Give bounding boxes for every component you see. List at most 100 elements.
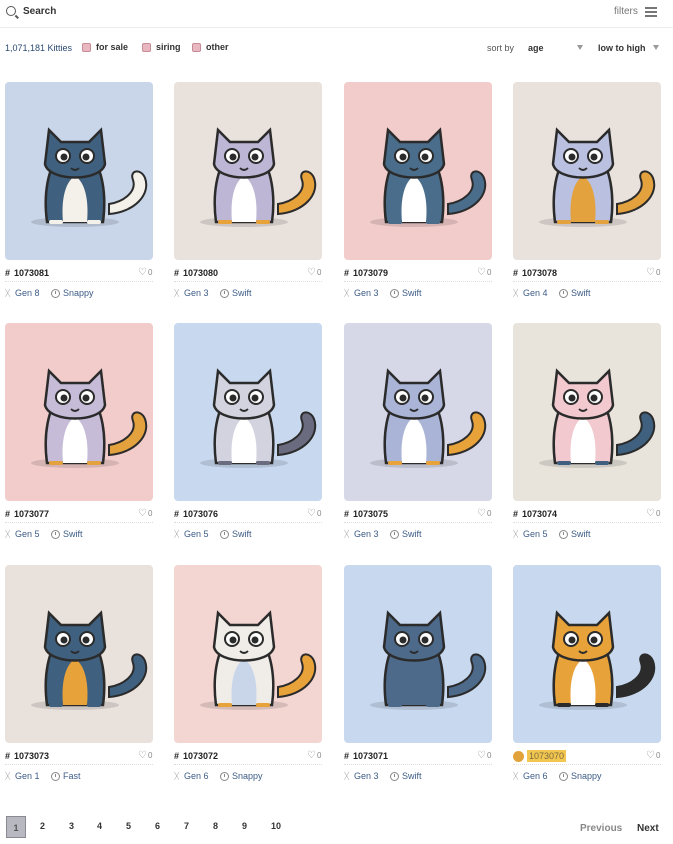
for-sale-badge-icon [513, 751, 524, 762]
like-count: 0 [656, 268, 661, 277]
like-count: 0 [317, 509, 322, 518]
kitty-id-row: # 1073079 ♡ 0 [344, 266, 492, 282]
kitty-generation: Gen 5 [184, 529, 209, 539]
dna-icon: ᚷ [174, 771, 180, 781]
like-count: 0 [487, 751, 492, 760]
filter-chip-other[interactable]: other [192, 42, 229, 52]
filter-chip-for-sale[interactable]: for sale [82, 42, 128, 52]
kitty-image[interactable] [5, 565, 153, 743]
kitty-image[interactable] [5, 323, 153, 501]
page-link[interactable]: 10 [271, 821, 281, 831]
heart-icon[interactable]: ♡ [307, 509, 316, 519]
kitty-attributes-row: ᚷ Gen 6 Snappy [174, 770, 322, 784]
kitty-card[interactable]: # 1073074 ♡ 0 ᚷ Gen 5 Swift [513, 323, 661, 539]
heart-icon[interactable]: ♡ [138, 751, 147, 761]
kitty-image[interactable] [5, 82, 153, 260]
dna-icon: ᚷ [344, 288, 350, 298]
like-count: 0 [148, 509, 153, 518]
kitty-generation: Gen 6 [184, 771, 209, 781]
kitty-image[interactable] [344, 565, 492, 743]
previous-page-button[interactable]: Previous [580, 823, 622, 834]
heart-icon[interactable]: ♡ [646, 751, 655, 761]
like-count: 0 [148, 268, 153, 277]
filters-button[interactable]: filters [614, 6, 638, 17]
kitty-card[interactable]: # 1073077 ♡ 0 ᚷ Gen 5 Swift [5, 323, 153, 539]
kitty-image[interactable] [174, 565, 322, 743]
kitty-image[interactable] [174, 82, 322, 260]
sort-order-select[interactable]: low to high [598, 43, 646, 53]
kitty-attributes-row: ᚷ Gen 3 Swift [174, 287, 322, 301]
kitty-id-row: # 1073077 ♡ 0 [5, 507, 153, 523]
kitty-cooldown: Swift [402, 529, 422, 539]
dna-icon: ᚷ [513, 529, 519, 539]
kitty-image[interactable] [344, 323, 492, 501]
kitty-image[interactable] [344, 82, 492, 260]
heart-icon[interactable]: ♡ [646, 268, 655, 278]
kitty-generation: Gen 3 [354, 771, 379, 781]
hash-icon: # [344, 509, 350, 519]
kitty-attributes-row: ᚷ Gen 5 Swift [513, 528, 661, 542]
kitty-card[interactable]: # 1073078 ♡ 0 ᚷ Gen 4 Swift [513, 82, 661, 298]
like-count: 0 [656, 751, 661, 760]
page-current[interactable]: 1 [6, 816, 26, 838]
kitty-card[interactable]: # 1073076 ♡ 0 ᚷ Gen 5 Swift [174, 323, 322, 539]
sort-field-select[interactable]: age [528, 43, 544, 53]
kitty-id: 1073078 [522, 268, 558, 278]
page-link[interactable]: 4 [97, 821, 102, 831]
kitty-card[interactable]: 1073070 ♡ 0 ᚷ Gen 6 Snappy [513, 565, 661, 781]
heart-icon[interactable]: ♡ [477, 268, 486, 278]
kitty-card[interactable]: # 1073081 ♡ 0 ᚷ Gen 8 Snappy [5, 82, 153, 298]
kitty-image[interactable] [513, 565, 661, 743]
kitty-id-row: # 1073078 ♡ 0 [513, 266, 661, 282]
search-bar[interactable]: Search filters [0, 0, 673, 28]
chevron-down-icon[interactable] [577, 45, 583, 50]
chip-label: other [206, 42, 229, 52]
tag-icon [192, 42, 201, 52]
page-link[interactable]: 6 [155, 821, 160, 831]
kitty-card[interactable]: # 1073080 ♡ 0 ᚷ Gen 3 Swift [174, 82, 322, 298]
heart-icon[interactable]: ♡ [646, 509, 655, 519]
heart-icon[interactable]: ♡ [307, 268, 316, 278]
kitty-image[interactable] [513, 82, 661, 260]
heart-icon[interactable]: ♡ [138, 268, 147, 278]
kitty-generation: Gen 5 [15, 529, 40, 539]
heart-icon[interactable]: ♡ [477, 509, 486, 519]
kitty-illustration [200, 127, 317, 227]
page-link[interactable]: 2 [40, 821, 45, 831]
kitty-image[interactable] [513, 323, 661, 501]
kitty-illustration [539, 368, 656, 468]
heart-icon[interactable]: ♡ [138, 509, 147, 519]
search-input[interactable]: Search [23, 6, 56, 17]
kitty-cooldown: Swift [571, 529, 591, 539]
kitty-card[interactable]: # 1073079 ♡ 0 ᚷ Gen 3 Swift [344, 82, 492, 298]
kitty-card[interactable]: # 1073075 ♡ 0 ᚷ Gen 3 Swift [344, 323, 492, 539]
chip-label: for sale [96, 42, 129, 52]
hash-icon: # [174, 751, 180, 761]
kitty-image[interactable] [174, 323, 322, 501]
kitty-illustration [31, 610, 148, 710]
page-link[interactable]: 3 [69, 821, 74, 831]
kitty-card[interactable]: # 1073073 ♡ 0 ᚷ Gen 1 Fast [5, 565, 153, 781]
sliders-icon[interactable] [645, 6, 657, 17]
page-link[interactable]: 9 [242, 821, 247, 831]
kitty-id: 1073080 [183, 268, 219, 278]
kitty-id: 1073070 [527, 750, 567, 762]
kitty-id-row: # 1073076 ♡ 0 [174, 507, 322, 523]
next-page-button[interactable]: Next [637, 823, 659, 834]
kitty-generation: Gen 4 [523, 288, 548, 298]
kitty-id: 1073081 [14, 268, 50, 278]
heart-icon[interactable]: ♡ [477, 751, 486, 761]
clock-icon [51, 289, 60, 298]
filter-chip-siring[interactable]: siring [142, 42, 181, 52]
kitty-card[interactable]: # 1073071 ♡ 0 ᚷ Gen 3 Swift [344, 565, 492, 781]
page-link[interactable]: 5 [126, 821, 131, 831]
hash-icon: # [513, 509, 519, 519]
pagination: 1 Previous Next 2 3 4 5 6 7 8 9 10 [0, 816, 673, 842]
chevron-down-icon[interactable] [653, 45, 659, 50]
kitty-id-row: # 1073081 ♡ 0 [5, 266, 153, 282]
kitty-card[interactable]: # 1073072 ♡ 0 ᚷ Gen 6 Snappy [174, 565, 322, 781]
page-link[interactable]: 7 [184, 821, 189, 831]
like-count: 0 [656, 509, 661, 518]
heart-icon[interactable]: ♡ [307, 751, 316, 761]
page-link[interactable]: 8 [213, 821, 218, 831]
